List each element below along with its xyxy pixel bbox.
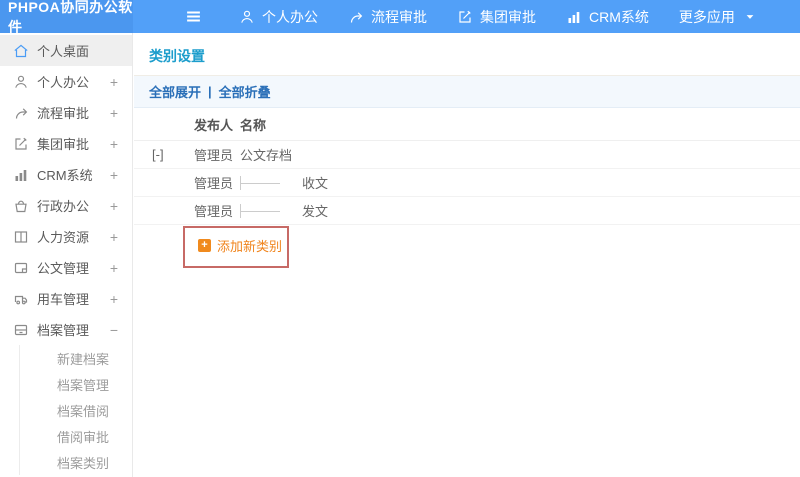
expand-toggle[interactable]: +	[108, 229, 120, 245]
document-icon	[13, 260, 29, 276]
sidebar-subitem-borrow-approval[interactable]: 借阅审批	[20, 423, 132, 449]
sidebar-item-vehicle-mgmt[interactable]: 用车管理 +	[0, 283, 132, 314]
row-publisher: 管理员	[194, 204, 234, 219]
sidebar-item-personal-desktop[interactable]: 个人桌面	[0, 35, 132, 66]
archive-submenu: 新建档案 档案管理 档案借阅 借阅审批 档案类别	[19, 345, 132, 475]
sidebar-subitem-archive-borrow[interactable]: 档案借阅	[20, 397, 132, 423]
chart-icon	[13, 167, 29, 183]
chart-icon	[566, 9, 582, 25]
row-category-name: 发文	[240, 201, 800, 220]
sidebar-item-archive-mgmt[interactable]: 档案管理 −	[0, 314, 132, 345]
sidebar-item-label: 行政办公	[37, 199, 90, 214]
row-category-name-text: 发文	[302, 204, 329, 219]
book-icon	[13, 229, 29, 245]
table-header-row: 发布人 名称	[134, 108, 800, 141]
nav-item-label: 更多应用	[678, 8, 735, 25]
row-category-name-text: 收文	[302, 176, 329, 191]
table-row: 管理员 发文	[134, 197, 800, 225]
topbar: PHPOA协同办公软件 个人办公 流程审批 集团审批 CRM系统 更多应用	[0, 0, 800, 35]
toolbar-separator: |	[208, 84, 212, 99]
table-row: 管理员 收文	[134, 169, 800, 197]
sidebar-item-label: 用车管理	[37, 292, 90, 307]
sidebar-item-label: 公文管理	[37, 261, 90, 276]
row-category-name: 公文存档	[240, 148, 293, 163]
sidebar-item-crm[interactable]: CRM系统 +	[0, 159, 132, 190]
nav-item-label: CRM系统	[589, 8, 649, 25]
edit-icon	[457, 9, 473, 25]
expand-toggle[interactable]: +	[108, 198, 120, 214]
expand-toggle[interactable]: +	[108, 74, 120, 90]
truck-icon	[13, 291, 29, 307]
sidebar-subitem-archive-category[interactable]: 档案类别	[20, 449, 132, 475]
row-category-name: 收文	[240, 173, 800, 192]
expand-toggle[interactable]: +	[108, 291, 120, 307]
flow-icon	[13, 105, 29, 121]
home-icon	[13, 43, 29, 59]
basket-icon	[13, 198, 29, 214]
expand-toggle[interactable]: +	[108, 105, 120, 121]
sidebar-subitem-archive-mgmt[interactable]: 档案管理	[20, 371, 132, 397]
flow-icon	[348, 9, 364, 25]
user-icon	[239, 9, 255, 25]
name-column-header: 名称	[240, 117, 267, 133]
app-logo: PHPOA协同办公软件	[0, 0, 133, 35]
sidebar-item-label: CRM系统	[37, 168, 93, 183]
plus-icon: +	[198, 239, 211, 252]
nav-item-label: 集团审批	[480, 8, 536, 25]
sidebar-item-label: 档案管理	[37, 323, 90, 338]
nav-item-label: 流程审批	[371, 8, 427, 25]
add-category-button[interactable]: + 添加新类别	[198, 236, 282, 255]
add-category-row: + 添加新类别	[134, 225, 800, 277]
sidebar-item-label: 集团审批	[37, 137, 90, 152]
sidebar-item-personal-office[interactable]: 个人办公 +	[0, 66, 132, 97]
category-table: 发布人 名称 [-] 管理员 公文存档 管理员 收文 管理员 发文 + 添加新类…	[134, 108, 800, 277]
publisher-column-header: 发布人	[194, 117, 234, 133]
sidebar-item-document-mgmt[interactable]: 公文管理 +	[0, 252, 132, 283]
sidebar-item-admin-office[interactable]: 行政办公 +	[0, 190, 132, 221]
nav-item-workflow-approval[interactable]: 流程审批	[333, 0, 442, 33]
sidebar: 个人桌面 个人办公 + 流程审批 + 集团审批 + CRM系统 + 行政办公 +…	[0, 33, 133, 477]
row-publisher: 管理员	[194, 176, 234, 191]
sidebar-item-label: 流程审批	[37, 106, 90, 121]
tree-branch-line	[240, 203, 292, 218]
expand-toggle[interactable]: +	[108, 260, 120, 276]
edit-icon	[13, 136, 29, 152]
expand-toggle[interactable]: −	[108, 322, 120, 338]
expand-toggle[interactable]: +	[108, 167, 120, 183]
tree-branch-line	[240, 175, 292, 190]
add-category-label: 添加新类别	[217, 239, 283, 254]
archive-icon	[13, 322, 29, 338]
main-content: 类别设置 全部展开 | 全部折叠 发布人 名称 [-] 管理员 公文存档 管理员…	[134, 33, 800, 477]
caret-down-icon	[744, 11, 756, 23]
top-navigation: 个人办公 流程审批 集团审批 CRM系统 更多应用	[133, 0, 800, 33]
user-icon	[13, 74, 29, 90]
sidebar-item-group-approval[interactable]: 集团审批 +	[0, 128, 132, 159]
collapse-all-link[interactable]: 全部折叠	[219, 82, 271, 101]
collapse-toggle[interactable]: [-]	[134, 147, 194, 162]
toolbar: 全部展开 | 全部折叠	[134, 76, 800, 108]
sidebar-item-label: 个人办公	[37, 75, 90, 90]
page-title: 类别设置	[149, 48, 205, 64]
sidebar-item-workflow-approval[interactable]: 流程审批 +	[0, 97, 132, 128]
expand-toggle[interactable]: +	[108, 136, 120, 152]
nav-item-personal-office[interactable]: 个人办公	[224, 0, 333, 33]
table-row: [-] 管理员 公文存档	[134, 141, 800, 169]
nav-item-more-apps[interactable]: 更多应用	[664, 0, 771, 33]
nav-item-group-approval[interactable]: 集团审批	[442, 0, 551, 33]
row-publisher: 管理员	[194, 148, 234, 163]
sidebar-item-hr[interactable]: 人力资源 +	[0, 221, 132, 252]
sidebar-item-label: 个人桌面	[37, 44, 90, 59]
expand-all-link[interactable]: 全部展开	[149, 82, 201, 101]
nav-item-crm[interactable]: CRM系统	[551, 0, 664, 33]
page-header: 类别设置	[134, 33, 800, 76]
sidebar-subitem-new-archive[interactable]: 新建档案	[20, 345, 132, 371]
sidebar-item-label: 人力资源	[37, 230, 90, 245]
menu-icon[interactable]	[185, 8, 202, 25]
nav-item-label: 个人办公	[262, 8, 318, 25]
